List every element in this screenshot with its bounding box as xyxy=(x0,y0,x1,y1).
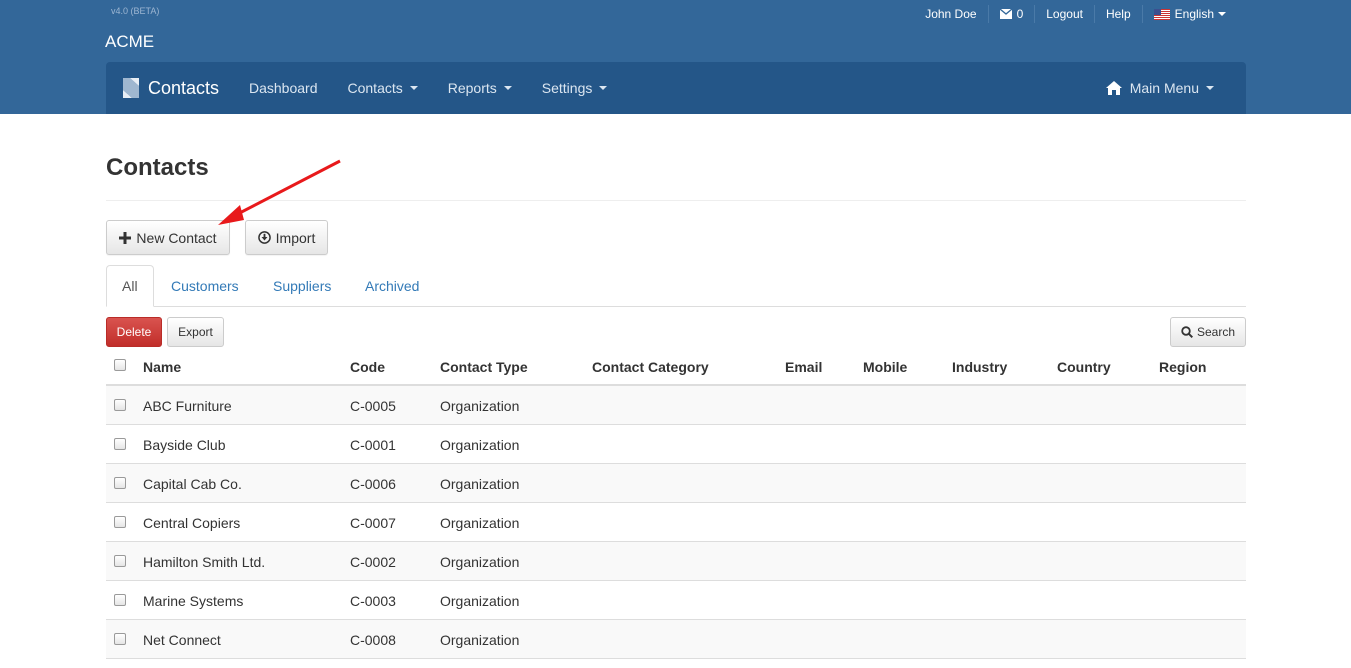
table-header: Name Code Contact Type Contact Category … xyxy=(106,347,1246,386)
import-label: Import xyxy=(275,229,316,246)
new-contact-label: New Contact xyxy=(136,229,217,246)
table-row[interactable]: Marine Systems C-0003 Organization xyxy=(106,581,1246,620)
select-all-checkbox[interactable] xyxy=(114,359,126,371)
app-header: v4.0 (BETA) ACME John Doe 0 Logout Help … xyxy=(0,0,1351,114)
tab-archived[interactable]: Archived xyxy=(365,265,419,307)
contacts-logo-icon xyxy=(123,78,139,98)
navbar-brand[interactable]: Contacts xyxy=(123,62,219,114)
row-checkbox[interactable] xyxy=(114,555,126,567)
table-row[interactable]: ABC Furniture C-0005 Organization xyxy=(106,386,1246,425)
contact-name[interactable]: Hamilton Smith Ltd. xyxy=(143,542,265,581)
contact-type: Organization xyxy=(440,553,520,570)
contacts-table: Name Code Contact Type Contact Category … xyxy=(106,347,1246,659)
tab-suppliers[interactable]: Suppliers xyxy=(273,265,331,307)
nav-settings-label: Settings xyxy=(541,80,593,96)
contact-type: Organization xyxy=(440,397,520,414)
search-button[interactable]: Search xyxy=(1170,317,1246,347)
annotation-arrow xyxy=(218,159,341,225)
contact-name[interactable]: Marine Systems xyxy=(143,581,243,620)
nav-reports-dropdown[interactable]: Reports xyxy=(433,62,527,114)
contact-name[interactable]: Bayside Club xyxy=(143,425,226,464)
page-title: Contacts xyxy=(106,154,209,181)
chevron-down-icon xyxy=(599,86,608,90)
contact-type: Organization xyxy=(440,592,520,609)
nav-settings-dropdown[interactable]: Settings xyxy=(527,62,623,114)
plus-icon xyxy=(119,231,132,244)
contact-code: C-0002 xyxy=(350,553,396,570)
language-label: English xyxy=(1174,7,1214,21)
column-header-country[interactable]: Country xyxy=(1057,347,1111,386)
row-checkbox[interactable] xyxy=(114,516,126,528)
search-label: Search xyxy=(1196,325,1236,339)
contact-code: C-0008 xyxy=(350,631,396,648)
delete-button[interactable]: Delete xyxy=(106,317,162,347)
contact-code: C-0006 xyxy=(350,475,396,492)
language-dropdown[interactable]: English xyxy=(1141,5,1237,23)
table-row[interactable]: Capital Cab Co. C-0006 Organization xyxy=(106,464,1246,503)
column-header-contact-type[interactable]: Contact Type xyxy=(440,347,528,386)
nav-dashboard-label: Dashboard xyxy=(249,80,318,96)
nav-dashboard[interactable]: Dashboard xyxy=(234,62,333,114)
messages-link[interactable]: 0 xyxy=(987,5,1035,23)
nav-contacts-label: Contacts xyxy=(347,80,403,96)
table-row[interactable]: Central Copiers C-0007 Organization xyxy=(106,503,1246,542)
export-button[interactable]: Export xyxy=(167,317,224,347)
contact-name[interactable]: Central Copiers xyxy=(143,503,240,542)
column-header-contact-category[interactable]: Contact Category xyxy=(592,347,709,386)
row-checkbox[interactable] xyxy=(114,438,126,450)
contact-code: C-0005 xyxy=(350,397,396,414)
download-circle-icon xyxy=(257,231,271,244)
main-menu-label: Main Menu xyxy=(1129,80,1199,96)
row-checkbox[interactable] xyxy=(114,477,126,489)
column-header-region[interactable]: Region xyxy=(1159,347,1206,386)
company-name[interactable]: ACME xyxy=(105,32,154,52)
messages-count: 0 xyxy=(1016,7,1024,21)
top-nav: John Doe 0 Logout Help English xyxy=(914,5,1237,23)
table-row[interactable]: Net Connect C-0008 Organization xyxy=(106,620,1246,659)
user-name-link[interactable]: John Doe xyxy=(914,5,987,23)
chevron-down-icon xyxy=(1206,86,1214,90)
contact-code: C-0007 xyxy=(350,514,396,531)
contact-name[interactable]: Capital Cab Co. xyxy=(143,464,242,503)
main-menu-dropdown[interactable]: Main Menu xyxy=(1105,62,1214,114)
navbar-links: Dashboard Contacts Reports Settings xyxy=(234,62,622,114)
logout-link[interactable]: Logout xyxy=(1034,5,1094,23)
row-checkbox[interactable] xyxy=(114,594,126,606)
row-checkbox[interactable] xyxy=(114,633,126,645)
row-checkbox[interactable] xyxy=(114,399,126,411)
search-icon xyxy=(1181,326,1193,338)
contact-name[interactable]: ABC Furniture xyxy=(143,386,232,425)
help-link[interactable]: Help xyxy=(1093,5,1142,23)
contact-code: C-0003 xyxy=(350,592,396,609)
contact-code: C-0001 xyxy=(350,436,396,453)
chevron-down-icon xyxy=(409,86,418,90)
us-flag-icon xyxy=(1153,8,1170,20)
tab-all[interactable]: All xyxy=(106,265,154,307)
contact-type: Organization xyxy=(440,514,520,531)
chevron-down-icon xyxy=(1218,12,1226,16)
contact-name[interactable]: Net Connect xyxy=(143,620,221,659)
version-label: v4.0 (BETA) xyxy=(111,6,160,16)
column-header-name[interactable]: Name xyxy=(143,347,181,386)
contact-type: Organization xyxy=(440,436,520,453)
contact-tabs: All Customers Suppliers Archived xyxy=(106,265,1246,307)
contact-type: Organization xyxy=(440,631,520,648)
main-navbar: Contacts Dashboard Contacts Reports Sett… xyxy=(106,62,1246,114)
envelope-icon xyxy=(999,9,1012,19)
column-header-email[interactable]: Email xyxy=(785,347,822,386)
chevron-down-icon xyxy=(503,86,512,90)
column-header-mobile[interactable]: Mobile xyxy=(863,347,907,386)
tab-customers[interactable]: Customers xyxy=(171,265,239,307)
nav-contacts-dropdown[interactable]: Contacts xyxy=(333,62,433,114)
contact-type: Organization xyxy=(440,475,520,492)
table-row[interactable]: Bayside Club C-0001 Organization xyxy=(106,425,1246,464)
column-header-code[interactable]: Code xyxy=(350,347,385,386)
nav-reports-label: Reports xyxy=(447,80,497,96)
navbar-brand-label: Contacts xyxy=(148,77,220,98)
home-icon xyxy=(1105,81,1122,95)
column-header-industry[interactable]: Industry xyxy=(952,347,1007,386)
table-row[interactable]: Hamilton Smith Ltd. C-0002 Organization xyxy=(106,542,1246,581)
